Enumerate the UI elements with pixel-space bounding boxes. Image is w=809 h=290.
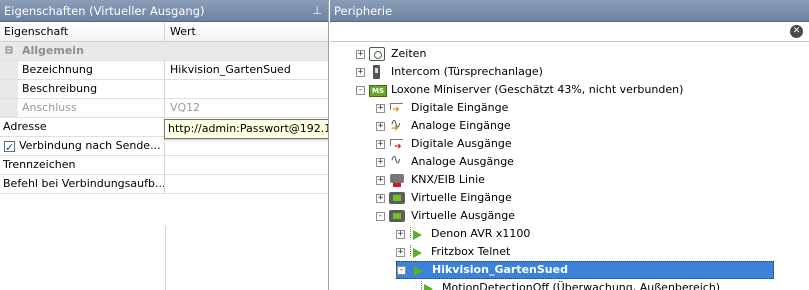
tree-item-digitale-eingaenge[interactable]: + Digitale Eingänge <box>376 99 510 117</box>
tree-item-intercom[interactable]: + Intercom (Türsprechanlage) <box>356 63 545 81</box>
tree-item-fritzbox[interactable]: + Fritzbox Telnet <box>396 243 512 261</box>
property-row-trennzeichen[interactable]: Trennzeichen <box>0 156 328 175</box>
clock-icon <box>369 47 385 61</box>
periphery-panel: Peripherie ✕ + Zeiten + Intercom (Türspr… <box>330 0 809 290</box>
tree-item-denon[interactable]: + Denon AVR x1100 <box>396 225 532 243</box>
category-label: Allgemein <box>22 44 84 57</box>
virtual-output-item-icon <box>410 263 426 277</box>
tree-item-virtuelle-ausgaenge[interactable]: - Virtuelle Ausgänge <box>376 207 517 225</box>
property-name: Bezeichnung <box>22 63 93 76</box>
analog-input-icon <box>389 116 405 134</box>
properties-title: Eigenschaften (Virtueller Ausgang) <box>4 4 205 18</box>
tree-item-zeiten[interactable]: + Zeiten <box>356 45 428 63</box>
category-allgemein[interactable]: ⊟ Allgemein <box>0 42 328 61</box>
expand-icon[interactable]: + <box>376 157 385 167</box>
property-name: Beschreibung <box>22 82 98 95</box>
tree-item-analoge-ausgaenge[interactable]: + Analoge Ausgänge <box>376 152 516 171</box>
properties-panel: Eigenschaften (Virtueller Ausgang) ⊥ Eig… <box>0 0 329 290</box>
property-row-verbindung[interactable]: Verbindung nach Sende... <box>0 137 328 156</box>
collapse-icon[interactable]: - <box>397 265 406 275</box>
property-row-befehl[interactable]: Befehl bei Verbindungsaufb... <box>0 175 328 194</box>
digital-output-icon <box>389 137 405 152</box>
expand-icon[interactable]: + <box>376 175 385 185</box>
analog-output-icon <box>389 152 405 169</box>
collapse-icon[interactable]: - <box>356 85 365 95</box>
property-name: Adresse <box>3 120 47 133</box>
property-name: Trennzeichen <box>3 158 76 171</box>
property-value-befehl[interactable] <box>165 175 328 193</box>
property-value-trennzeichen[interactable] <box>165 156 328 174</box>
tree-item-analoge-eingaenge[interactable]: + Analoge Eingänge <box>376 116 513 135</box>
expand-icon[interactable]: + <box>356 67 365 77</box>
address-tooltip: http://admin:Passwort@192.168.88.59:80 <box>164 119 328 139</box>
collapse-icon[interactable]: ⊟ <box>0 42 18 60</box>
expand-icon[interactable]: + <box>376 193 385 203</box>
property-value-bezeichnung[interactable]: Hikvision_GartenSued <box>165 61 328 79</box>
expand-icon[interactable]: + <box>376 103 385 113</box>
expand-icon[interactable]: + <box>356 49 365 59</box>
property-name: Befehl bei Verbindungsaufb... <box>3 177 165 190</box>
knx-icon <box>389 173 405 187</box>
virtual-output-item-icon <box>409 227 425 241</box>
property-row-anschluss: Anschluss VQ12 <box>0 99 328 118</box>
property-name: Anschluss <box>22 101 77 114</box>
pin-icon[interactable]: ⊥ <box>312 0 322 21</box>
expand-icon[interactable]: + <box>396 229 405 239</box>
column-header-value[interactable]: Wert <box>165 22 328 41</box>
search-input[interactable]: ✕ <box>330 22 809 42</box>
expand-icon[interactable]: + <box>376 139 385 149</box>
digital-input-icon <box>389 101 405 115</box>
property-row-bezeichnung[interactable]: Bezeichnung Hikvision_GartenSued <box>0 61 328 80</box>
virtual-output-command-icon <box>420 281 436 290</box>
virtual-output-icon <box>389 209 405 223</box>
tree-item-knx[interactable]: + KNX/EIB Linie <box>376 171 487 189</box>
property-row-beschreibung[interactable]: Beschreibung <box>0 80 328 99</box>
verbindung-checkbox[interactable] <box>4 139 15 155</box>
tree-item-miniserver[interactable]: - Loxone Miniserver (Geschätzt 43%, nich… <box>356 81 685 99</box>
property-name: Verbindung nach Sende... <box>19 139 161 152</box>
properties-column-header: Eigenschaft Wert <box>0 22 328 42</box>
properties-title-bar: Eigenschaften (Virtueller Ausgang) ⊥ <box>0 0 328 22</box>
tree-item-virtuelle-eingaenge[interactable]: + Virtuelle Eingänge <box>376 189 514 207</box>
property-value-verbindung[interactable] <box>165 137 328 155</box>
periphery-title: Peripherie <box>334 4 393 18</box>
collapse-icon[interactable]: - <box>376 211 385 221</box>
property-value-anschluss: VQ12 <box>170 101 201 114</box>
column-header-property[interactable]: Eigenschaft <box>0 22 165 41</box>
miniserver-icon <box>369 83 387 97</box>
expand-icon[interactable]: + <box>396 247 405 257</box>
intercom-icon <box>369 65 385 79</box>
clear-search-icon[interactable]: ✕ <box>790 25 803 38</box>
tree-item-digitale-ausgaenge[interactable]: + Digitale Ausgänge <box>376 135 514 153</box>
tree-item-motion-detection-off[interactable]: MotionDetectionOff (Überwachung, Außenbe… <box>420 279 722 290</box>
virtual-input-icon <box>389 191 405 205</box>
virtual-output-item-icon <box>409 245 425 259</box>
tree-item-hikvision[interactable]: - Hikvision_GartenSued <box>396 261 774 279</box>
property-value-beschreibung[interactable] <box>165 80 328 98</box>
expand-icon[interactable]: + <box>376 121 385 131</box>
periphery-title-bar: Peripherie <box>330 0 809 22</box>
